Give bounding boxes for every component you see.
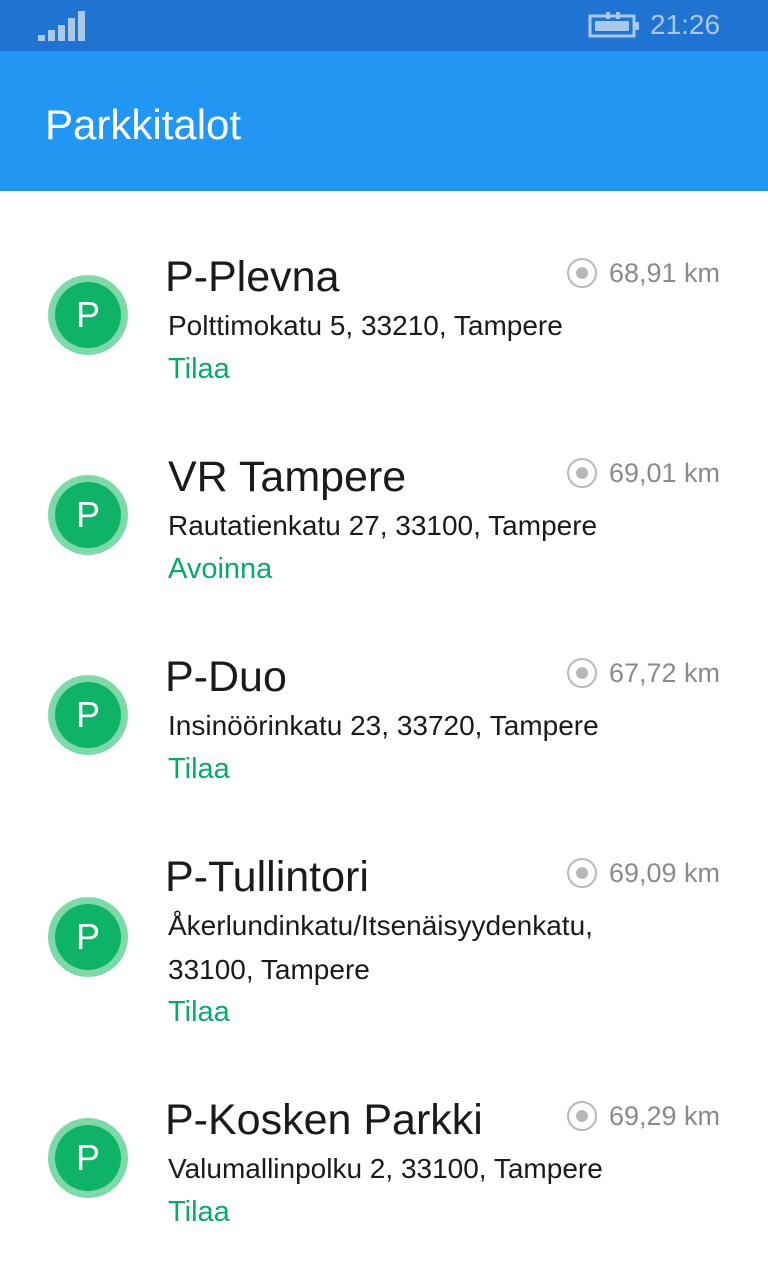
signal-icon [38,11,85,41]
parking-address: Polttimokatu 5, 33210, Tampere [168,310,563,341]
list-item[interactable]: P VR Tampere 69,01 km Rautatienkatu 27, … [0,441,768,591]
distance-text: 68,91 km [608,258,720,288]
distance-text: 69,29 km [608,1101,720,1131]
parking-name: P-Tullintori [165,853,369,901]
status-text: Tilaa [168,1196,230,1228]
parking-address: Rautatienkatu 27, 33100, Tampere [168,510,598,541]
parking-address: Insinöörinkatu 23, 33720, Tampere [168,710,599,741]
app-header: Parkkitalot [0,51,768,191]
parking-name: P-Plevna [165,253,340,301]
distance: 69,01 km [566,455,720,491]
clock: 21:26 [650,9,721,40]
status-text: Tilaa [168,353,230,385]
location-icon [566,658,597,688]
avatar-letter: P [55,482,121,548]
avatar: P [48,475,128,555]
location-icon [566,1101,597,1131]
distance-text: 67,72 km [608,658,720,688]
avatar-letter: P [55,282,121,348]
status-text: Tilaa [168,996,230,1028]
parking-address: Valumallinpolku 2, 33100, Tampere [168,1153,603,1184]
avatar-letter: P [55,682,121,748]
battery-charging-icon [588,12,639,38]
distance: 69,29 km [566,1098,720,1134]
parking-list[interactable]: P P-Plevna 68,91 km Polttimokatu 5, 3321… [0,191,768,1280]
location-icon [566,258,597,288]
location-icon [566,858,597,888]
distance: 68,91 km [566,255,720,291]
avatar: P [48,675,128,755]
avatar-letter: P [55,904,121,970]
list-item[interactable]: P P-Duo 67,72 km Insinöörinkatu 23, 3372… [0,641,768,791]
avatar: P [48,1118,128,1198]
distance-text: 69,09 km [608,858,720,888]
page-title: Parkkitalot [45,101,242,148]
list-item[interactable]: P P-Kosken Parkki 69,29 km Valumallinpol… [0,1084,768,1234]
distance-text: 69,01 km [608,458,720,488]
distance: 67,72 km [566,655,720,691]
list-item[interactable]: P P-Plevna 68,91 km Polttimokatu 5, 3321… [0,241,768,391]
list-item[interactable]: P P-Tullintori 69,09 km Åkerlundinkatu/I… [0,841,768,1041]
status-text: Tilaa [168,753,230,785]
avatar: P [48,275,128,355]
avatar: P [48,897,128,977]
status-bar: 21:26 [0,0,768,51]
status-text: Avoinna [168,553,273,585]
parking-name: VR Tampere [168,453,407,501]
parking-name: P-Duo [165,653,287,701]
parking-name: P-Kosken Parkki [165,1096,483,1144]
location-icon [566,458,597,488]
distance: 69,09 km [566,855,720,891]
avatar-letter: P [55,1125,121,1191]
parking-address: Åkerlundinkatu/Itsenäisyydenkatu, 33100,… [168,910,593,985]
